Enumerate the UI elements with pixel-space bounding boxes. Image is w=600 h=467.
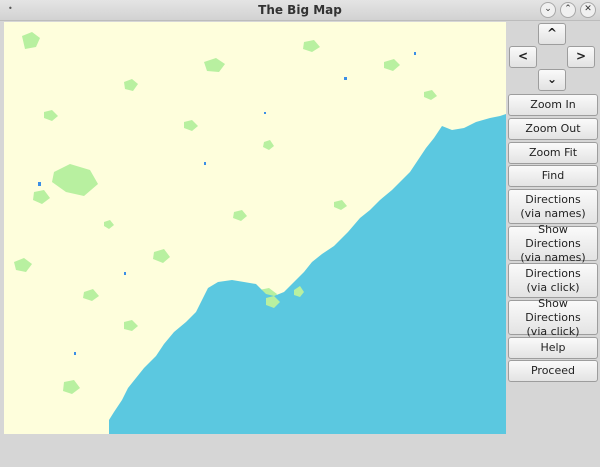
button-label: Directions <box>525 266 581 280</box>
map-drawing <box>4 22 506 434</box>
minimize-icon[interactable]: ⌄ <box>540 2 556 18</box>
show-directions-via-names-button[interactable]: Show Directions (via names) <box>508 222 598 264</box>
zoom-in-button[interactable]: Zoom In <box>508 94 598 116</box>
title-bar: • The Big Map ⌄ ⌃ ✕ <box>0 0 600 21</box>
button-label: Show Directions <box>525 222 581 250</box>
pan-up-button[interactable]: ^ <box>538 23 566 45</box>
directions-via-names-button[interactable]: Directions (via names) <box>508 189 598 224</box>
pan-left-button[interactable]: < <box>509 46 537 68</box>
proceed-button[interactable]: Proceed <box>508 360 598 382</box>
zoom-out-button[interactable]: Zoom Out <box>508 118 598 140</box>
pan-right-button[interactable]: > <box>567 46 595 68</box>
zoom-fit-button[interactable]: Zoom Fit <box>508 142 598 164</box>
close-icon[interactable]: ✕ <box>580 2 596 18</box>
directions-via-click-button[interactable]: Directions (via click) <box>508 263 598 298</box>
find-button[interactable]: Find <box>508 165 598 187</box>
show-directions-via-click-button[interactable]: Show Directions (via click) <box>508 296 598 338</box>
maximize-icon[interactable]: ⌃ <box>560 2 576 18</box>
map-canvas[interactable] <box>4 22 506 434</box>
button-label: (via names) <box>520 206 586 220</box>
help-button[interactable]: Help <box>508 337 598 359</box>
pan-down-button[interactable]: ⌄ <box>538 69 566 91</box>
button-label: (via click) <box>526 280 580 294</box>
window-title: The Big Map <box>258 3 342 17</box>
button-label: Directions <box>525 192 581 206</box>
button-label: Show Directions <box>525 296 581 324</box>
